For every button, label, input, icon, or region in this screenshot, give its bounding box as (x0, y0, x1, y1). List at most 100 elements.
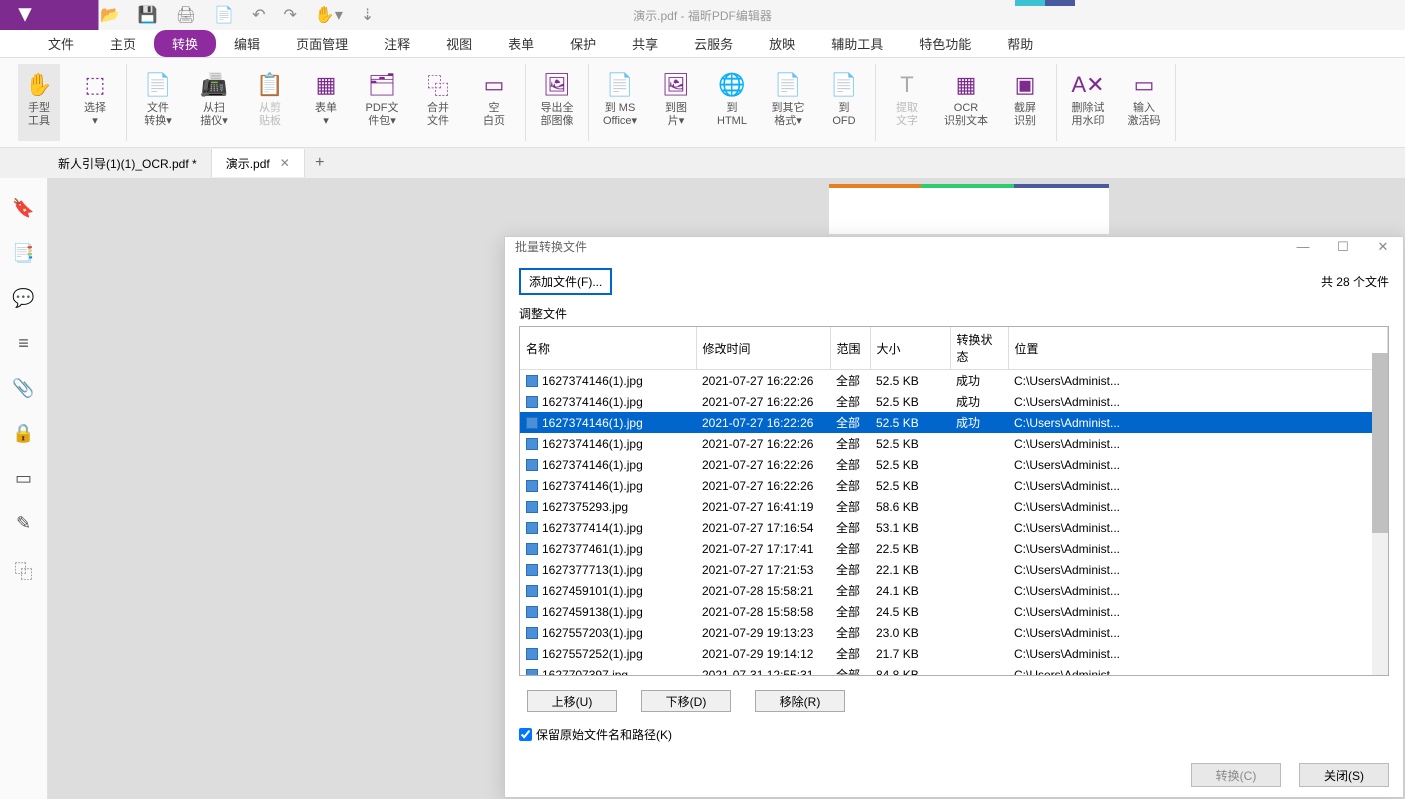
close-button[interactable]: 关闭(S) (1299, 763, 1389, 787)
table-row[interactable]: 1627377414(1).jpg2021-07-27 17:16:54全部53… (520, 517, 1388, 538)
sidebar-icon-0[interactable]: 🔖 (12, 198, 34, 219)
sidebar-icon-5[interactable]: 🔒 (12, 423, 34, 444)
file-icon (526, 669, 538, 677)
keep-original-checkbox[interactable]: 保留原始文件名和路径(K) (519, 726, 1389, 743)
add-tab-button[interactable]: + (305, 154, 335, 172)
open-icon[interactable]: 📂 (100, 5, 120, 25)
menu-item-1[interactable]: 主页 (92, 30, 154, 57)
table-row[interactable]: 1627374146(1).jpg2021-07-27 16:22:26全部52… (520, 391, 1388, 412)
ribbon-btn-3[interactable]: 📄文件 转换▾ (137, 64, 179, 141)
ribbon-btn-9[interactable]: ▭空 白页 (473, 64, 515, 141)
titlebar: 📂 💾 🖨 📄 ↶ ↷ ✋▾ ⇣ 演示.pdf - 福昕PDF编辑器 (0, 0, 1405, 30)
table-row[interactable]: 1627374146(1).jpg2021-07-27 16:22:26全部52… (520, 454, 1388, 475)
table-row[interactable]: 1627707397.jpg2021-07-31 12:55:31全部84.8 … (520, 664, 1388, 676)
ribbon-label: 从剪 贴板 (259, 102, 281, 128)
ribbon-icon: 📋 (256, 68, 283, 102)
batch-convert-dialog: 批量转换文件 — ☐ ✕ 添加文件(F)... 共 28 个文件 调整文件 名称… (504, 236, 1404, 798)
table-row[interactable]: 1627374146(1).jpg2021-07-27 16:22:26全部52… (520, 433, 1388, 454)
sidebar-icon-8[interactable]: ⿻ (15, 558, 33, 584)
table-header[interactable]: 修改时间 (696, 327, 830, 370)
menu-item-6[interactable]: 视图 (428, 30, 490, 57)
ribbon-icon: ▣ (1015, 68, 1036, 102)
menu-item-8[interactable]: 保护 (552, 30, 614, 57)
ribbon-btn-13[interactable]: 📄到 MS Office▾ (599, 64, 641, 141)
ribbon-btn-23[interactable]: A✕删除试 用水印 (1067, 64, 1109, 141)
ribbon-icon: ▦ (956, 68, 977, 102)
ribbon-btn-7[interactable]: 🗂PDF文 件包▾ (361, 64, 403, 141)
menu-item-12[interactable]: 辅助工具 (813, 30, 901, 57)
sidebar-icon-3[interactable]: ≡ (18, 333, 29, 354)
table-row[interactable]: 1627377461(1).jpg2021-07-27 17:17:41全部22… (520, 538, 1388, 559)
table-row[interactable]: 1627374146(1).jpg2021-07-27 16:22:26全部52… (520, 370, 1388, 392)
menu-item-9[interactable]: 共享 (614, 30, 676, 57)
minimize-icon[interactable]: — (1293, 239, 1313, 255)
table-header[interactable]: 位置 (1008, 327, 1388, 370)
close-icon[interactable]: ✕ (1373, 239, 1393, 255)
table-header[interactable]: 大小 (870, 327, 950, 370)
keep-original-check-input[interactable] (519, 728, 532, 741)
document-tabs: 新人引导(1)(1)_OCR.pdf *演示.pdf✕+ (0, 148, 1405, 178)
ribbon-btn-1[interactable]: ⬚选择 ▾ (74, 64, 116, 141)
menu-item-2[interactable]: 转换 (154, 30, 216, 57)
table-row[interactable]: 1627374146(1).jpg2021-07-27 16:22:26全部52… (520, 475, 1388, 496)
ribbon-btn-14[interactable]: 🖼到图 片▾ (655, 64, 697, 141)
ribbon-btn-6[interactable]: ▦表单 ▾ (305, 64, 347, 141)
table-row[interactable]: 1627375293.jpg2021-07-27 16:41:19全部58.6 … (520, 496, 1388, 517)
sidebar-icon-2[interactable]: 💬 (12, 288, 34, 309)
ribbon-btn-20[interactable]: ▦OCR 识别文本 (942, 64, 990, 141)
ribbon-btn-11[interactable]: 🖼导出全 部图像 (536, 64, 578, 141)
menu-item-5[interactable]: 注释 (366, 30, 428, 57)
table-row[interactable]: 1627557252(1).jpg2021-07-29 19:14:12全部21… (520, 643, 1388, 664)
file-icon (526, 417, 538, 429)
ribbon-btn-8[interactable]: ⿻合并 文件 (417, 64, 459, 141)
add-file-button[interactable]: 添加文件(F)... (519, 268, 612, 295)
more-icon[interactable]: ⇣ (361, 5, 374, 25)
doc-tab-0[interactable]: 新人引导(1)(1)_OCR.pdf * (44, 149, 212, 177)
move-down-button[interactable]: 下移(D) (641, 690, 731, 712)
menu-item-7[interactable]: 表单 (490, 30, 552, 57)
sidebar-icon-7[interactable]: ✎ (16, 513, 31, 534)
sidebar-icon-4[interactable]: 📎 (12, 378, 34, 399)
table-row[interactable]: 1627459101(1).jpg2021-07-28 15:58:21全部24… (520, 580, 1388, 601)
table-row[interactable]: 1627459138(1).jpg2021-07-28 15:58:58全部24… (520, 601, 1388, 622)
table-header[interactable]: 范围 (830, 327, 870, 370)
menu-item-10[interactable]: 云服务 (676, 30, 751, 57)
undo-icon[interactable]: ↶ (252, 5, 265, 25)
table-row[interactable]: 1627374146(1).jpg2021-07-27 16:22:26全部52… (520, 412, 1388, 433)
convert-button[interactable]: 转换(C) (1191, 763, 1281, 787)
menu-item-0[interactable]: 文件 (30, 30, 92, 57)
ribbon-btn-16[interactable]: 📄到其它 格式▾ (767, 64, 809, 141)
save-icon[interactable]: 💾 (138, 5, 158, 25)
sidebar-icon-6[interactable]: ▭ (15, 468, 32, 489)
table-row[interactable]: 1627377713(1).jpg2021-07-27 17:21:53全部22… (520, 559, 1388, 580)
menu-item-11[interactable]: 放映 (751, 30, 813, 57)
tab-close-icon[interactable]: ✕ (280, 156, 290, 170)
menu-item-4[interactable]: 页面管理 (278, 30, 366, 57)
ribbon-label: 输入 激活码 (1128, 102, 1161, 128)
maximize-icon[interactable]: ☐ (1333, 239, 1353, 255)
ribbon-btn-0[interactable]: ✋手型 工具 (18, 64, 60, 141)
menu-item-14[interactable]: 帮助 (989, 30, 1051, 57)
move-up-button[interactable]: 上移(U) (527, 690, 617, 712)
ribbon-icon: 📠 (200, 68, 227, 102)
menu-item-3[interactable]: 编辑 (216, 30, 278, 57)
menu-item-13[interactable]: 特色功能 (901, 30, 989, 57)
ribbon-btn-24[interactable]: ▭输入 激活码 (1123, 64, 1165, 141)
ribbon-btn-4[interactable]: 📠从扫 描仪▾ (193, 64, 235, 141)
ribbon-btn-17[interactable]: 📄到 OFD (823, 64, 865, 141)
table-scrollbar[interactable] (1372, 353, 1388, 675)
table-header[interactable]: 名称 (520, 327, 696, 370)
sidebar-icon-1[interactable]: 📑 (12, 243, 34, 264)
ribbon-btn-21[interactable]: ▣截屏 识别 (1004, 64, 1046, 141)
file-icon (526, 396, 538, 408)
table-header[interactable]: 转换状态 (950, 327, 1008, 370)
redo-icon[interactable]: ↷ (283, 5, 296, 25)
hand-icon[interactable]: ✋▾ (315, 5, 343, 25)
ribbon-icon: 🗂 (368, 68, 396, 102)
remove-button[interactable]: 移除(R) (755, 690, 845, 712)
print-icon[interactable]: 🖨 (176, 5, 196, 25)
page-icon[interactable]: 📄 (214, 5, 234, 25)
doc-tab-1[interactable]: 演示.pdf✕ (212, 149, 305, 177)
table-row[interactable]: 1627557203(1).jpg2021-07-29 19:13:23全部23… (520, 622, 1388, 643)
ribbon-btn-15[interactable]: 🌐到 HTML (711, 64, 753, 141)
